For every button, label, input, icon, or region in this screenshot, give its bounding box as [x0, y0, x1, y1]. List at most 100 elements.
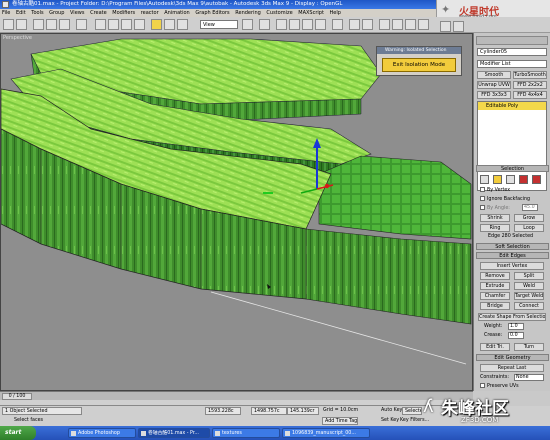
- set-key-button[interactable]: Set Key: [381, 418, 399, 423]
- turbosmooth-button[interactable]: TurboSmooth: [513, 71, 547, 79]
- task-manuscript[interactable]: 1096839_manuscript_00...: [282, 428, 370, 438]
- weld-button[interactable]: Weld: [514, 282, 544, 290]
- edge-mode-icon[interactable]: [493, 175, 502, 184]
- repeat-last-button[interactable]: Repeat Last: [480, 364, 544, 372]
- loop-button[interactable]: Loop: [514, 224, 544, 232]
- menu-create[interactable]: Create: [90, 10, 107, 16]
- link-icon[interactable]: [33, 19, 44, 30]
- menu-rendering[interactable]: Rendering: [235, 10, 261, 16]
- auto-key-button[interactable]: Auto Key: [381, 408, 402, 413]
- menu-tools[interactable]: Tools: [31, 10, 43, 16]
- unlink-icon[interactable]: [46, 19, 57, 30]
- soft-selection-rollout[interactable]: Soft Selection: [476, 243, 549, 250]
- preserve-uvs-check[interactable]: [480, 383, 485, 388]
- y-coordinate-field[interactable]: 1498.757c: [251, 407, 287, 415]
- weight-spinner[interactable]: 1.0: [508, 323, 524, 330]
- menu-animation[interactable]: Animation: [164, 10, 190, 16]
- task-photoshop[interactable]: Adobe Photoshop: [68, 428, 136, 438]
- task-textures[interactable]: textures: [212, 428, 280, 438]
- curve-editor-icon[interactable]: [392, 19, 403, 30]
- edit-edges-rollout[interactable]: Edit Edges: [476, 252, 549, 259]
- menu-reactor[interactable]: reactor: [141, 10, 159, 16]
- undo-icon[interactable]: [3, 19, 14, 30]
- menu-maxscript[interactable]: MAXScript: [298, 10, 324, 16]
- split-button[interactable]: Split: [514, 272, 544, 280]
- menu-edit[interactable]: Edit: [16, 10, 26, 16]
- smooth-button[interactable]: Smooth: [477, 71, 511, 79]
- schematic-view-icon[interactable]: [405, 19, 416, 30]
- by-vertex-checkbox[interactable]: By Vertex: [480, 187, 510, 193]
- grow-button[interactable]: Grow: [514, 214, 544, 222]
- ignore-backfacing-check[interactable]: [480, 196, 485, 201]
- mirror-icon[interactable]: [349, 19, 360, 30]
- menu-modifiers[interactable]: Modifiers: [112, 10, 135, 16]
- target-weld-button[interactable]: Target Weld: [514, 292, 544, 300]
- align-icon[interactable]: [362, 19, 373, 30]
- auto-key-select[interactable]: Selected: [402, 407, 422, 415]
- percent-snap-icon[interactable]: [302, 19, 313, 30]
- quick-render-icon[interactable]: [453, 21, 464, 32]
- extrude-button[interactable]: Extrude: [480, 282, 510, 290]
- menu-help[interactable]: Help: [330, 10, 341, 16]
- angle-spinner[interactable]: 45.0: [522, 204, 538, 211]
- rotate-icon[interactable]: [164, 19, 175, 30]
- angle-snap-icon[interactable]: [289, 19, 300, 30]
- frame-counter[interactable]: 0 / 100: [2, 393, 32, 400]
- ffd-2x2x2-button[interactable]: FFD 2x2x2: [513, 81, 547, 89]
- menu-views[interactable]: Views: [70, 10, 84, 16]
- scale-icon[interactable]: [177, 19, 188, 30]
- z-coordinate-field[interactable]: 145.139cr: [287, 407, 319, 415]
- crease-spinner[interactable]: 0.0: [508, 332, 524, 339]
- region-select-icon[interactable]: [121, 19, 132, 30]
- vertex-mode-icon[interactable]: [480, 175, 489, 184]
- selection-filter-icon[interactable]: [76, 19, 87, 30]
- window-crossing-icon[interactable]: [134, 19, 145, 30]
- bridge-button[interactable]: Bridge: [480, 302, 510, 310]
- by-angle-check[interactable]: [480, 205, 485, 210]
- layer-manager-icon[interactable]: [379, 19, 390, 30]
- modifier-list-select[interactable]: Modifier List: [477, 60, 547, 68]
- manipulate-icon[interactable]: [259, 19, 270, 30]
- menu-customize[interactable]: Customize: [266, 10, 292, 16]
- remove-button[interactable]: Remove: [480, 272, 510, 280]
- x-coordinate-field[interactable]: 1593.228c: [205, 407, 241, 415]
- edit-tri-button[interactable]: Edit Tri.: [480, 343, 510, 351]
- redo-icon[interactable]: [16, 19, 27, 30]
- create-shape-button[interactable]: Create Shape From Selection: [478, 313, 546, 321]
- select-object-icon[interactable]: [95, 19, 106, 30]
- polygon-mode-icon[interactable]: [519, 175, 528, 184]
- menu-file[interactable]: File: [2, 10, 10, 16]
- select-by-name-icon[interactable]: [108, 19, 119, 30]
- perspective-viewport[interactable]: Perspective Warning: Isolated Selection …: [0, 33, 473, 391]
- by-vertex-check[interactable]: [480, 187, 485, 192]
- object-name-field[interactable]: Cylinder05: [477, 48, 547, 56]
- menu-graph-editors[interactable]: Graph Editors: [195, 10, 229, 16]
- spinner-snap-icon[interactable]: [315, 19, 326, 30]
- border-mode-icon[interactable]: [506, 175, 515, 184]
- turn-button[interactable]: Turn: [514, 343, 544, 351]
- ring-button[interactable]: Ring: [480, 224, 510, 232]
- task-3dsmax[interactable]: 卷轴古酷01.max - Pr...: [138, 428, 210, 438]
- named-selection-icon[interactable]: [332, 19, 343, 30]
- pivot-center-icon[interactable]: [242, 19, 253, 30]
- connect-button[interactable]: Connect: [514, 302, 544, 310]
- time-slider[interactable]: 0 / 100: [0, 391, 473, 400]
- by-angle-checkbox[interactable]: By Angle:: [480, 205, 510, 211]
- edit-geometry-rollout[interactable]: Edit Geometry: [476, 354, 549, 361]
- material-editor-icon[interactable]: [418, 19, 429, 30]
- unwrap-uvw-button[interactable]: Unwrap UVW: [477, 81, 511, 89]
- ffd-3x3x3-button[interactable]: FFD 3x3x3: [477, 91, 511, 99]
- constraints-select[interactable]: None: [514, 374, 544, 381]
- start-button[interactable]: start: [0, 426, 36, 440]
- snap-toggle-icon[interactable]: [276, 19, 287, 30]
- ffd-4x4x4-button[interactable]: FFD 4x4x4: [513, 91, 547, 99]
- ignore-backfacing-checkbox[interactable]: Ignore Backfacing: [480, 196, 530, 202]
- selection-rollout[interactable]: Selection: [476, 165, 549, 172]
- exit-isolation-button[interactable]: Exit Isolation Mode: [382, 58, 456, 72]
- insert-vertex-button[interactable]: Insert Vertex: [480, 262, 544, 270]
- chamfer-button[interactable]: Chamfer: [480, 292, 510, 300]
- preserve-uvs-checkbox[interactable]: Preserve UVs: [480, 383, 519, 389]
- move-icon[interactable]: [151, 19, 162, 30]
- element-mode-icon[interactable]: [532, 175, 541, 184]
- shrink-button[interactable]: Shrink: [480, 214, 510, 222]
